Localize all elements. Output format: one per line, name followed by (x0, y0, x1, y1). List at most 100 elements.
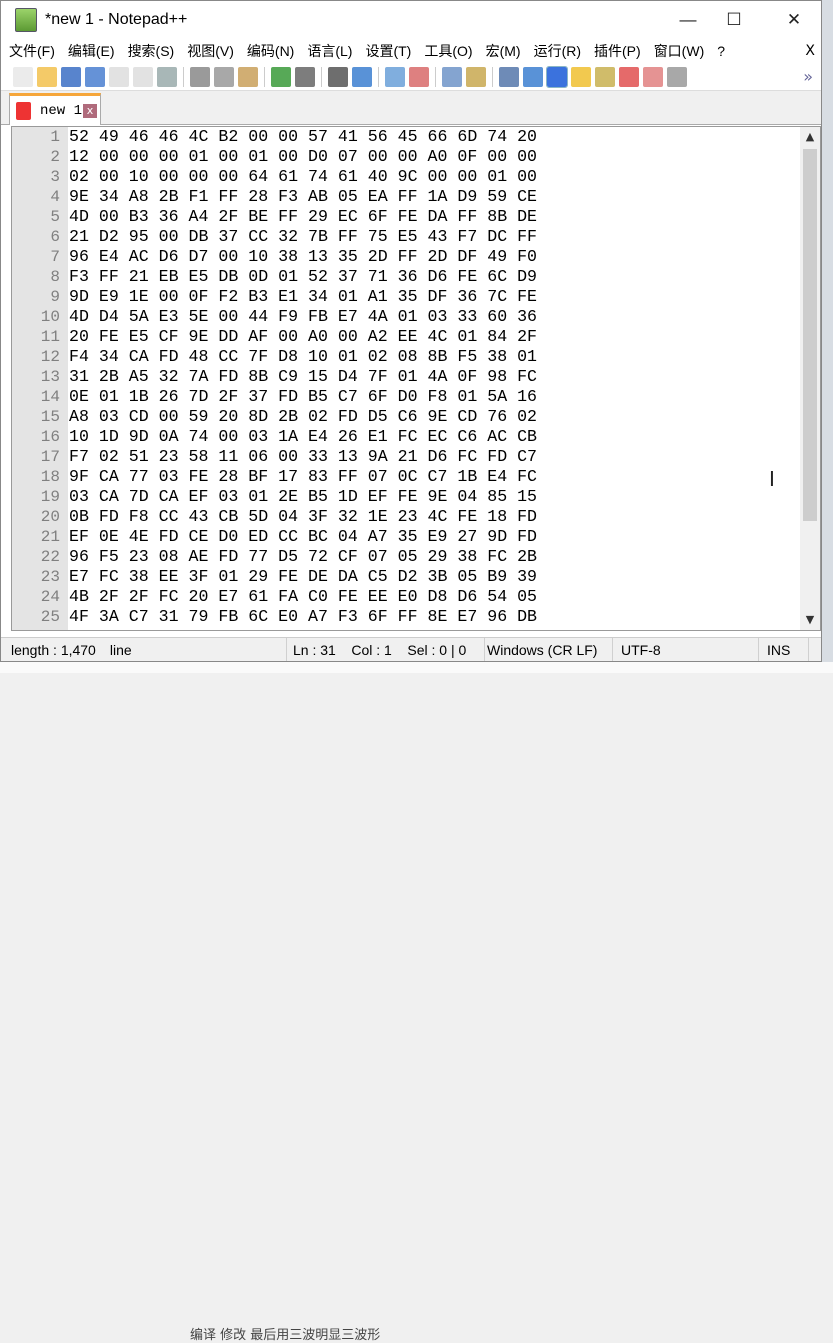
paste-icon[interactable] (238, 66, 258, 87)
text-line[interactable]: 4B 2F 2F FC 20 E7 61 FA C0 FE EE E0 D8 D… (69, 587, 537, 607)
line-number: 8 (50, 268, 60, 286)
line-number: 10 (40, 308, 60, 326)
redo-icon[interactable] (295, 66, 315, 87)
minimize-button[interactable]: — (665, 1, 711, 39)
status-position: Ln : 31 Col : 1 Sel : 0 | 0 (287, 638, 485, 661)
cut-icon[interactable] (190, 66, 210, 87)
vertical-scrollbar[interactable]: ▲ ▼ (800, 127, 820, 630)
line-number: 22 (40, 548, 60, 566)
text-line[interactable]: F4 34 CA FD 48 CC 7F D8 10 01 02 08 8B F… (69, 347, 537, 367)
close-all-icon[interactable] (133, 66, 153, 87)
text-line[interactable]: 0B FD F8 CC 43 CB 5D 04 3F 32 1E 23 4C F… (69, 507, 537, 527)
indent-guide-icon[interactable] (546, 65, 568, 88)
menu-item[interactable]: 编辑(E) (68, 41, 115, 61)
maximize-button[interactable]: ☐ (711, 1, 757, 39)
status-eol: Windows (CR LF) (479, 638, 613, 661)
save-icon[interactable] (61, 66, 81, 87)
toolbar: » (1, 63, 821, 91)
line-number: 1 (50, 128, 60, 146)
menu-item[interactable]: 搜索(S) (128, 41, 175, 61)
sync-horizontal-icon[interactable] (466, 66, 486, 87)
menu-item[interactable]: 设置(T) (365, 41, 411, 61)
text-line[interactable]: 0E 01 1B 26 7D 2F 37 FD B5 C7 6F D0 F8 0… (69, 387, 537, 407)
status-bar: length : 1,470 line Ln : 31 Col : 1 Sel :… (1, 637, 821, 661)
text-line[interactable]: 9D E9 1E 00 0F F2 B3 E1 34 01 A1 35 DF 3… (69, 287, 537, 307)
monitoring-icon[interactable] (643, 66, 663, 87)
line-number: 2 (50, 148, 60, 166)
text-line[interactable]: 4F 3A C7 31 79 FB 6C E0 A7 F3 6F FF 8E E… (69, 607, 537, 627)
text-line[interactable]: 20 FE E5 CF 9E DD AF 00 A0 00 A2 EE 4C 0… (69, 327, 537, 347)
line-number: 6 (50, 228, 60, 246)
text-line[interactable]: 31 2B A5 32 7A FD 8B C9 15 D4 7F 01 4A 0… (69, 367, 537, 387)
new-icon[interactable] (13, 66, 33, 87)
text-line[interactable]: A8 03 CD 00 59 20 8D 2B 02 FD D5 C6 9E C… (69, 407, 537, 427)
text-line[interactable]: 9E 34 A8 2B F1 FF 28 F3 AB 05 EA FF 1A D… (69, 187, 537, 207)
text-line[interactable]: 96 F5 23 08 AE FD 77 D5 72 CF 07 05 29 3… (69, 547, 537, 567)
find-icon[interactable] (328, 66, 348, 87)
text-editor[interactable]: 1 2 3 4 5 6 7 8 9 10 11 12 13 14 15 16 17 18 19 20 21 22 23 24 2… (11, 126, 821, 631)
close-button[interactable]: ✕ (771, 1, 817, 39)
text-line[interactable]: 9F CA 77 03 FE 28 BF 17 83 FF 07 0C C7 1… (69, 467, 537, 487)
line-number: 9 (50, 288, 60, 306)
text-line[interactable]: EF 0E 4E FD CE D0 ED CC BC 04 A7 35 E9 2… (69, 527, 537, 547)
editor-text[interactable]: 52 49 46 46 4C B2 00 00 57 41 56 45 66 6… (69, 127, 537, 627)
print-icon[interactable] (157, 66, 177, 87)
text-cursor-icon: I (769, 467, 775, 491)
line-number: 14 (40, 388, 60, 406)
scroll-up-arrow-icon[interactable]: ▲ (800, 127, 820, 147)
save-all-icon[interactable] (85, 66, 105, 87)
undo-icon[interactable] (271, 66, 291, 87)
background-window: 编译 修改 最后用三波明显三波形 (0, 662, 833, 1343)
text-line[interactable]: 21 D2 95 00 DB 37 CC 32 7B FF 75 E5 43 F… (69, 227, 537, 247)
line-number: 4 (50, 188, 60, 206)
copy-icon[interactable] (214, 66, 234, 87)
menu-item[interactable]: 工具(O) (424, 41, 472, 61)
text-line[interactable]: 4D 00 B3 36 A4 2F BE FF 29 EC 6F FE DA F… (69, 207, 537, 227)
text-line[interactable]: 96 E4 AC D6 D7 00 10 38 13 35 2D FF 2D D… (69, 247, 537, 267)
scroll-down-arrow-icon[interactable]: ▼ (800, 610, 820, 630)
window-title: *new 1 - Notepad++ (45, 11, 188, 28)
text-line[interactable]: 10 1D 9D 0A 74 00 03 1A E4 26 E1 FC EC C… (69, 427, 537, 447)
sync-vertical-icon[interactable] (442, 66, 462, 87)
close-document-button[interactable]: X (805, 43, 815, 59)
menu-item[interactable]: 语言(L) (307, 41, 352, 61)
close-icon[interactable] (109, 66, 129, 87)
tab-close-icon[interactable]: x (83, 103, 98, 118)
menu-item[interactable]: 视图(V) (187, 41, 234, 61)
text-line[interactable]: F3 FF 21 EB E5 DB 0D 01 52 37 71 36 D6 F… (69, 267, 537, 287)
toolbar-separator (435, 66, 436, 87)
text-line[interactable]: F7 02 51 23 58 11 06 00 33 13 9A 21 D6 F… (69, 447, 537, 467)
toolbar-separator (264, 66, 265, 87)
save-status-icon (16, 101, 31, 120)
menu-item[interactable]: 窗口(W) (654, 41, 705, 61)
menu-item[interactable]: 文件(F) (9, 41, 55, 61)
menu-item[interactable]: 编码(N) (247, 41, 294, 61)
text-line[interactable]: 03 CA 7D CA EF 03 01 2E B5 1D EF FE 9E 0… (69, 487, 537, 507)
menu-item[interactable]: 运行(R) (534, 41, 581, 61)
line-number: 7 (50, 248, 60, 266)
show-all-chars-icon[interactable] (523, 66, 543, 87)
text-line[interactable]: 12 00 00 00 01 00 01 00 D0 07 00 00 A0 0… (69, 147, 537, 167)
scrollbar-thumb[interactable] (803, 149, 817, 521)
text-line[interactable]: 4D D4 5A E3 5E 00 44 F9 FB E7 4A 01 03 3… (69, 307, 537, 327)
status-length: length : 1,470 line (1, 638, 287, 661)
function-list-icon[interactable] (595, 66, 615, 87)
replace-icon[interactable] (352, 66, 372, 87)
text-line[interactable]: 52 49 46 46 4C B2 00 00 57 41 56 45 66 6… (69, 127, 537, 147)
folder-workspace-icon[interactable] (619, 66, 639, 87)
toolbar-separator (378, 66, 379, 87)
word-wrap-icon[interactable] (499, 66, 519, 87)
menu-item[interactable]: ? (717, 43, 725, 59)
macro-record-icon[interactable] (667, 66, 687, 87)
menu-item[interactable]: 宏(M) (486, 41, 521, 61)
menu-item[interactable]: 插件(P) (594, 41, 641, 61)
zoom-in-icon[interactable] (385, 66, 405, 87)
toolbar-more-icon[interactable]: » (803, 67, 813, 86)
open-icon[interactable] (37, 66, 57, 87)
text-line[interactable]: 02 00 10 00 00 00 64 61 74 61 40 9C 00 0… (69, 167, 537, 187)
zoom-out-icon[interactable] (409, 66, 429, 87)
line-number: 25 (40, 608, 60, 626)
doc-map-icon[interactable] (571, 66, 591, 87)
tab-new-1[interactable]: new 1 x (9, 93, 101, 125)
text-line[interactable]: E7 FC 38 EE 3F 01 29 FE DE DA C5 D2 3B 0… (69, 567, 537, 587)
